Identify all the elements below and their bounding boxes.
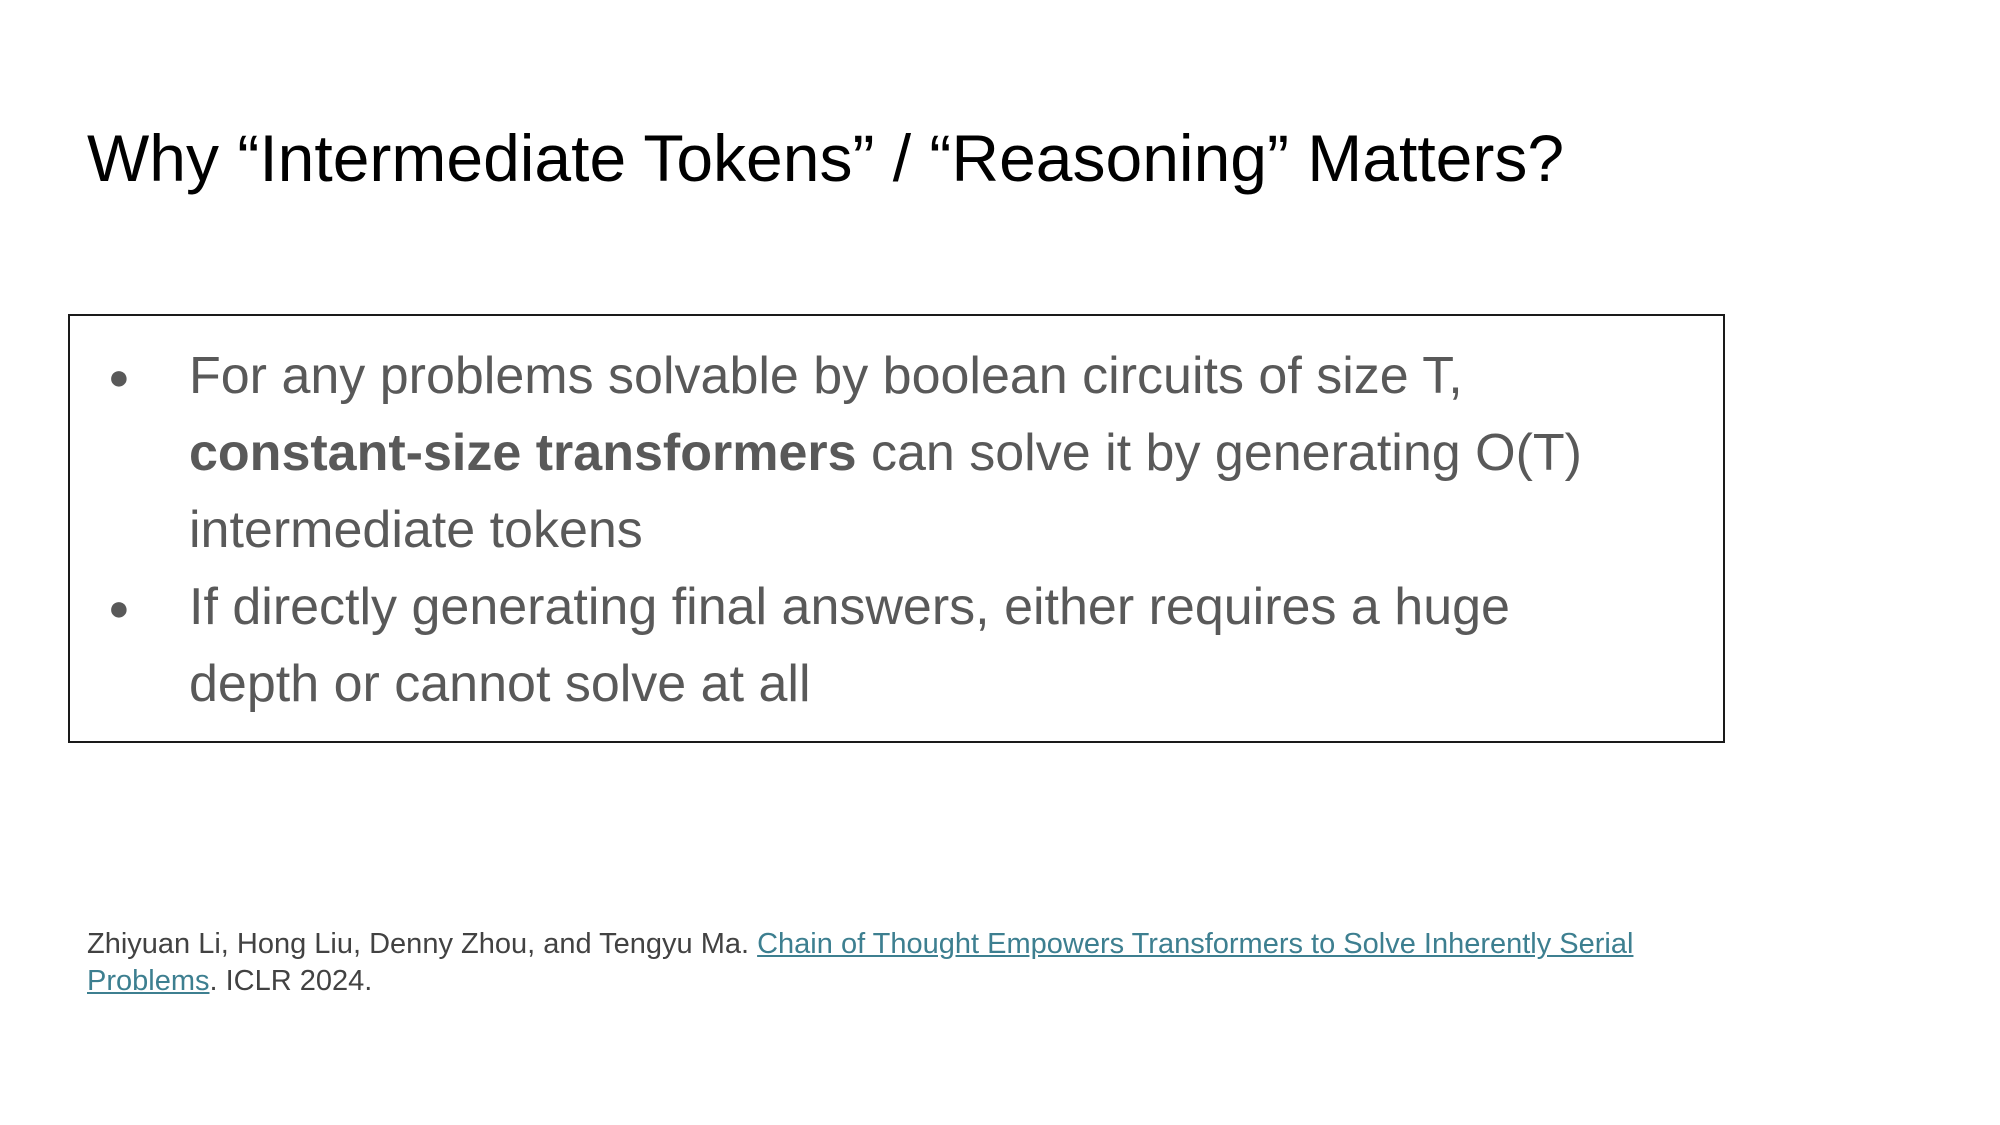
slide-title: Why “Intermediate Tokens” / “Reasoning” … — [87, 121, 1565, 195]
citation: Zhiyuan Li, Hong Liu, Denny Zhou, and Te… — [87, 926, 1633, 1000]
citation-authors: Zhiyuan Li, Hong Liu, Denny Zhou, and Te… — [87, 928, 758, 960]
paper-link-continued[interactable]: Problems — [87, 965, 210, 997]
citation-line: Zhiyuan Li, Hong Liu, Denny Zhou, and Te… — [87, 926, 1633, 963]
bullet-list: ● For any problems solvable by boolean c… — [70, 338, 1582, 723]
bullet-line: If directly generating final answers, ei… — [189, 578, 1510, 636]
bullet-line: depth or cannot solve at all — [189, 655, 811, 713]
bold-phrase: constant-size transformers — [189, 424, 857, 482]
bullet-item: ● For any problems solvable by boolean c… — [70, 338, 1582, 569]
bullet-dot-icon: ● — [108, 356, 130, 397]
bullet-item: ● If directly generating final answers, … — [70, 569, 1582, 723]
slide: Why “Intermediate Tokens” / “Reasoning” … — [0, 0, 2000, 1125]
bullet-line: intermediate tokens — [189, 501, 643, 559]
citation-venue: . ICLR 2024. — [209, 965, 373, 997]
bullet-dot-icon: ● — [108, 587, 130, 628]
bullet-line: constant-size transformers can solve it … — [189, 415, 1582, 492]
paper-link[interactable]: Chain of Thought Empowers Transformers t… — [757, 928, 1633, 960]
citation-line: Problems. ICLR 2024. — [87, 963, 1633, 1000]
bullet-text: can solve it by generating O(T) — [856, 424, 1582, 482]
bullet-line: For any problems solvable by boolean cir… — [189, 347, 1463, 405]
content-box: ● For any problems solvable by boolean c… — [68, 314, 1725, 743]
